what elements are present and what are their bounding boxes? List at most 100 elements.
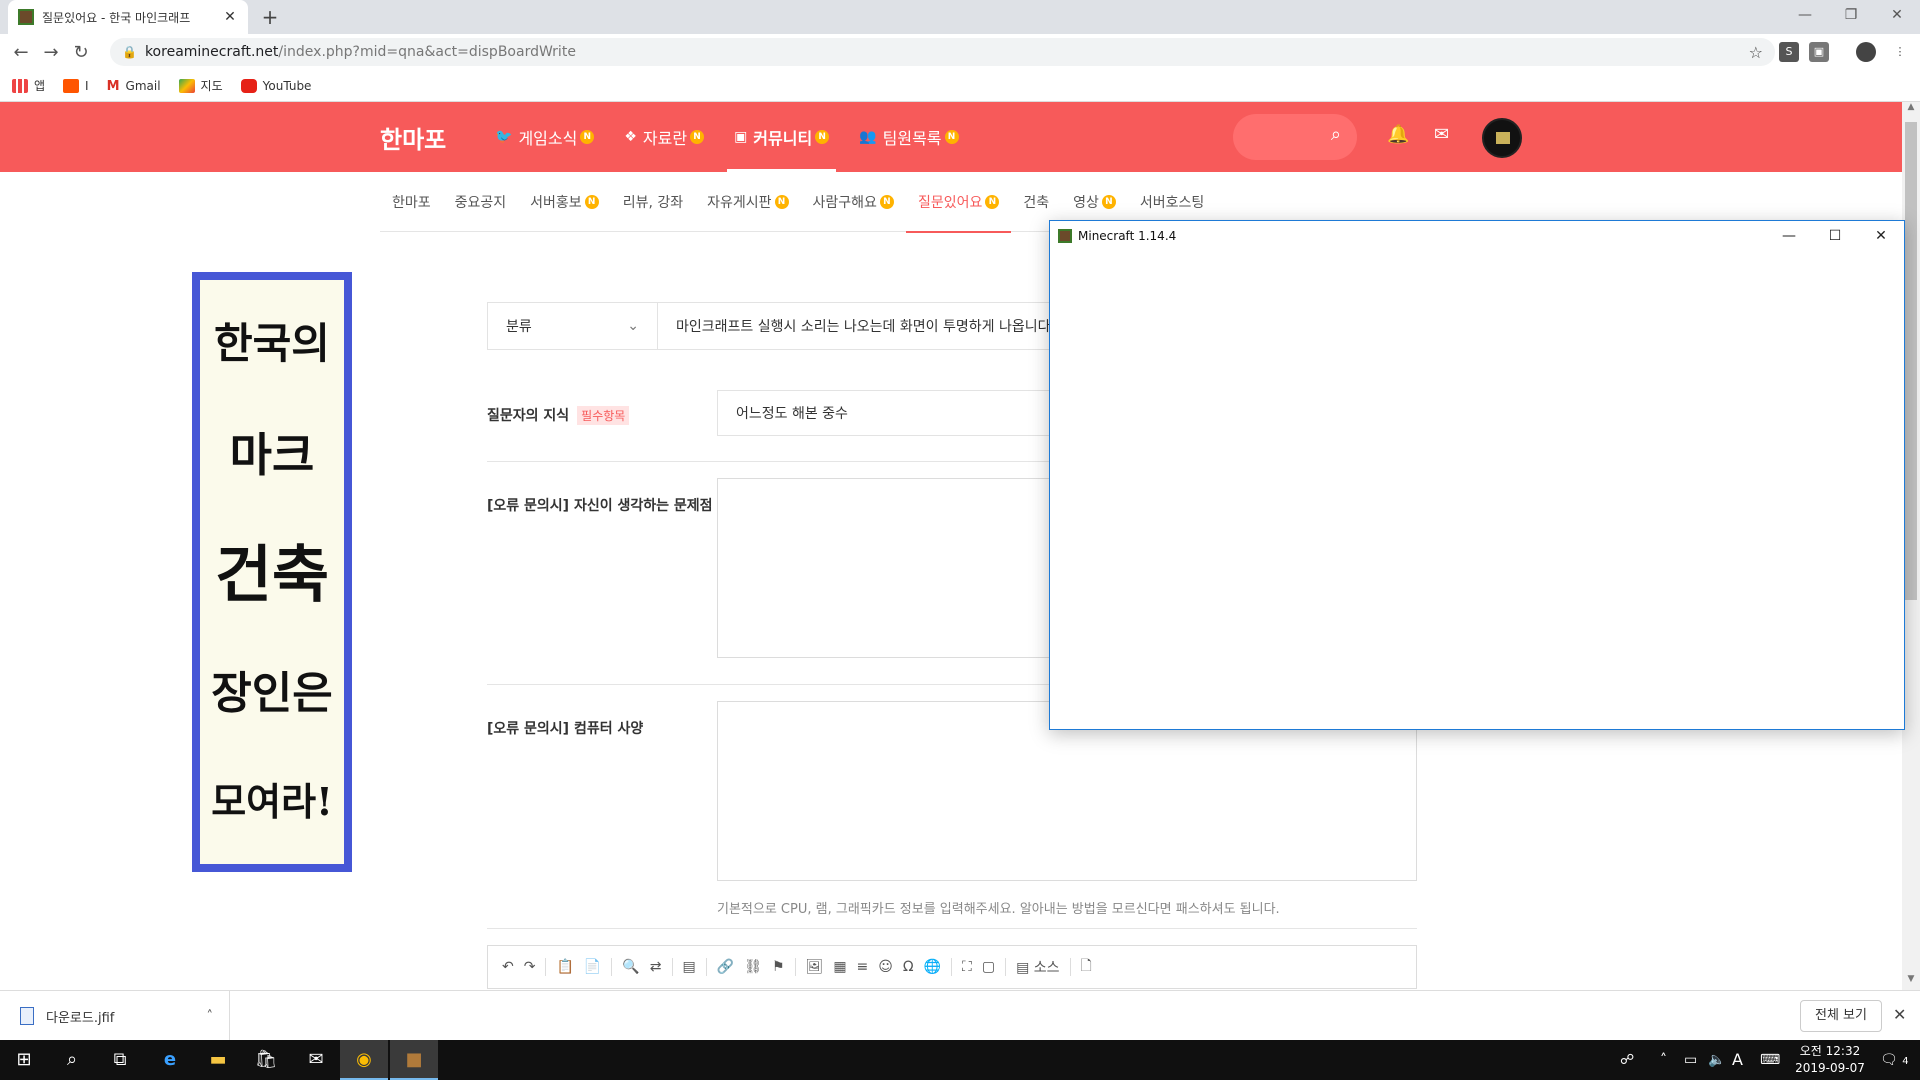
address-bar[interactable]: 🔒 koreaminecraft.net/index.php?mid=qna&a… <box>110 38 1775 66</box>
nav-community[interactable]: ▣ 커뮤니티 N <box>719 102 844 172</box>
user-avatar[interactable] <box>1482 118 1522 158</box>
subnav-free-board[interactable]: 자유게시판 N <box>695 172 800 232</box>
paste-text-icon[interactable]: 📄 <box>584 959 601 975</box>
redo-icon[interactable]: ↷ <box>524 959 536 975</box>
search-input[interactable]: ⌕ <box>1233 114 1357 160</box>
file-explorer-icon[interactable]: ▬ <box>194 1040 242 1080</box>
minecraft-window[interactable]: Minecraft 1.14.4 — ☐ ✕ <box>1049 220 1905 730</box>
ime-indicator[interactable]: A <box>1732 1040 1743 1080</box>
link-icon[interactable]: 🔗 <box>717 959 734 975</box>
windows-start-icon[interactable]: ⊞ <box>0 1040 48 1080</box>
soundcloud-icon <box>63 78 80 93</box>
subnav-reviews[interactable]: 리뷰, 강좌 <box>611 172 695 232</box>
chevron-down-icon: ⌄ <box>627 318 639 334</box>
new-page-icon[interactable]: 🗋 <box>1081 955 1092 979</box>
close-window-icon[interactable]: ✕ <box>1874 0 1920 30</box>
mail-icon[interactable]: ✉ <box>1434 124 1449 145</box>
minimize-icon[interactable]: — <box>1782 0 1828 30</box>
restore-icon[interactable]: ❐ <box>1828 0 1874 30</box>
edge-icon[interactable]: e <box>146 1040 194 1080</box>
undo-icon[interactable]: ↶ <box>502 959 514 975</box>
chrome-icon[interactable]: ◉ <box>340 1040 388 1080</box>
special-char-icon[interactable]: Ω <box>903 959 914 975</box>
windows-taskbar: ⊞ ⌕ ⧉ e ▬ 🛍 ✉ ◉ ■ ☍ ˄ ▭ 🔈 A ⌨ 오전 12:32 2… <box>0 1040 1920 1080</box>
bookmark-star-icon[interactable]: ☆ <box>1749 43 1763 62</box>
new-badge: N <box>985 195 1000 209</box>
iframe-globe-icon[interactable]: 🌐 <box>924 959 941 975</box>
minecraft-titlebar[interactable]: Minecraft 1.14.4 — ☐ ✕ <box>1050 221 1904 251</box>
subnav-notice[interactable]: 중요공지 <box>443 172 519 232</box>
close-tab-icon[interactable]: ✕ <box>222 9 238 25</box>
paste-icon[interactable]: 📋 <box>556 959 573 975</box>
category-select[interactable]: 분류 ⌄ <box>488 303 658 349</box>
bell-icon[interactable]: 🔔 <box>1387 124 1409 145</box>
maximize-icon[interactable]: ☐ <box>1812 221 1858 251</box>
format-icon[interactable]: ▤ <box>683 959 696 975</box>
maximize-icon[interactable]: ⛶ <box>962 959 972 975</box>
required-badge: 필수항목 <box>577 406 630 425</box>
spec-hint: 기본적으로 CPU, 램, 그래픽카드 정보를 입력해주세요. 알아내는 방법을… <box>717 902 1280 917</box>
url-host: koreaminecraft.net <box>144 44 279 60</box>
nav-game-news[interactable]: 🐦 게임소식 N <box>480 102 609 172</box>
chevron-up-icon[interactable]: ˄ <box>1660 1040 1667 1080</box>
scrollbar-thumb[interactable] <box>1905 122 1917 600</box>
reload-icon[interactable]: ↻ <box>66 42 96 63</box>
close-icon[interactable]: ✕ <box>1858 221 1904 251</box>
subnav-recruit[interactable]: 사람구해요 N <box>801 172 906 232</box>
minecraft-title: Minecraft 1.14.4 <box>1078 229 1177 243</box>
extension-icon[interactable]: ▣ <box>1809 42 1829 62</box>
show-all-downloads-button[interactable]: 전체 보기 <box>1800 1000 1882 1032</box>
nav-members[interactable]: 👥 팀원목록 N <box>844 102 973 172</box>
subnav-qna[interactable]: 질문있어요 N <box>905 172 1012 233</box>
scroll-down-icon[interactable]: ▼ <box>1902 974 1920 990</box>
close-shelf-icon[interactable]: ✕ <box>1893 1005 1906 1024</box>
table-icon[interactable]: ▦ <box>833 959 846 975</box>
scroll-up-icon[interactable]: ▲ <box>1902 102 1920 118</box>
anchor-flag-icon[interactable]: ⚑ <box>772 959 785 975</box>
minimize-icon[interactable]: — <box>1766 221 1812 251</box>
find-icon[interactable]: 🔍 <box>622 959 639 975</box>
main-nav: 🐦 게임소식 N ❖ 자료란 N ▣ 커뮤니티 N 👥 팀원목록 N <box>480 102 974 172</box>
store-icon[interactable]: 🛍 <box>242 1040 290 1080</box>
keyboard-icon[interactable]: ⌨ <box>1760 1040 1780 1080</box>
bookmark-apps[interactable]: 앱 <box>12 77 45 94</box>
browser-tab[interactable]: 질문있어요 - 한국 마인크래프 ✕ <box>8 0 248 34</box>
network-icon[interactable]: ▭ <box>1684 1040 1697 1080</box>
mail-app-icon[interactable]: ✉ <box>292 1040 340 1080</box>
show-blocks-icon[interactable]: ▢ <box>982 959 995 975</box>
twitter-icon: 🐦 <box>495 129 513 145</box>
site-logo[interactable]: 한마포 <box>380 120 446 155</box>
task-view-icon[interactable]: ⧉ <box>96 1040 144 1080</box>
subnav-server-promo[interactable]: 서버홍보 N <box>518 172 611 232</box>
bookmark-gmail[interactable]: M Gmail <box>107 79 161 94</box>
nav-resources[interactable]: ❖ 자료란 N <box>609 102 719 172</box>
replace-icon[interactable]: ⇄ <box>650 959 662 975</box>
bookmark-maps[interactable]: 지도 <box>178 77 223 94</box>
back-icon[interactable]: ← <box>6 42 36 63</box>
problem-label: [오류 문의시] 자신이 생각하는 문제점 <box>487 498 713 514</box>
dropbox-icon: ❖ <box>624 129 637 145</box>
forward-icon[interactable]: → <box>36 42 66 63</box>
bookmark-soundcloud[interactable]: I <box>63 78 89 93</box>
emoji-icon[interactable]: ☺ <box>878 959 893 975</box>
image-icon[interactable]: 🖼 <box>806 959 824 975</box>
people-icon[interactable]: ☍ <box>1620 1040 1634 1080</box>
new-badge: N <box>815 130 830 144</box>
extension-s-icon[interactable]: S <box>1779 42 1799 62</box>
side-banner-ad[interactable]: 한국의 마크 건축 장인은 모여라! <box>192 272 352 872</box>
profile-avatar-icon[interactable] <box>1856 42 1876 62</box>
volume-icon[interactable]: 🔈 <box>1708 1040 1725 1080</box>
minecraft-taskbar-icon[interactable]: ■ <box>390 1040 438 1080</box>
notification-center-icon[interactable]: 🗨 4 <box>1880 1040 1909 1080</box>
unlink-icon[interactable]: ⛓ <box>744 959 762 975</box>
horizontal-line-icon[interactable]: ≡ <box>857 959 869 975</box>
source-button[interactable]: ▤ 소스 <box>1016 957 1059 977</box>
bookmark-youtube[interactable]: YouTube <box>240 78 311 93</box>
subnav-home[interactable]: 한마포 <box>380 172 443 232</box>
clock[interactable]: 오전 12:32 2019-09-07 <box>1790 1043 1870 1077</box>
menu-dots-icon[interactable]: ⋮ <box>1890 42 1910 62</box>
chevron-up-icon[interactable]: ˄ <box>207 1009 214 1024</box>
search-icon[interactable]: ⌕ <box>48 1040 96 1080</box>
new-tab-button[interactable]: + <box>258 6 282 30</box>
download-item[interactable]: 다운로드.jfif ˄ <box>0 991 230 1041</box>
